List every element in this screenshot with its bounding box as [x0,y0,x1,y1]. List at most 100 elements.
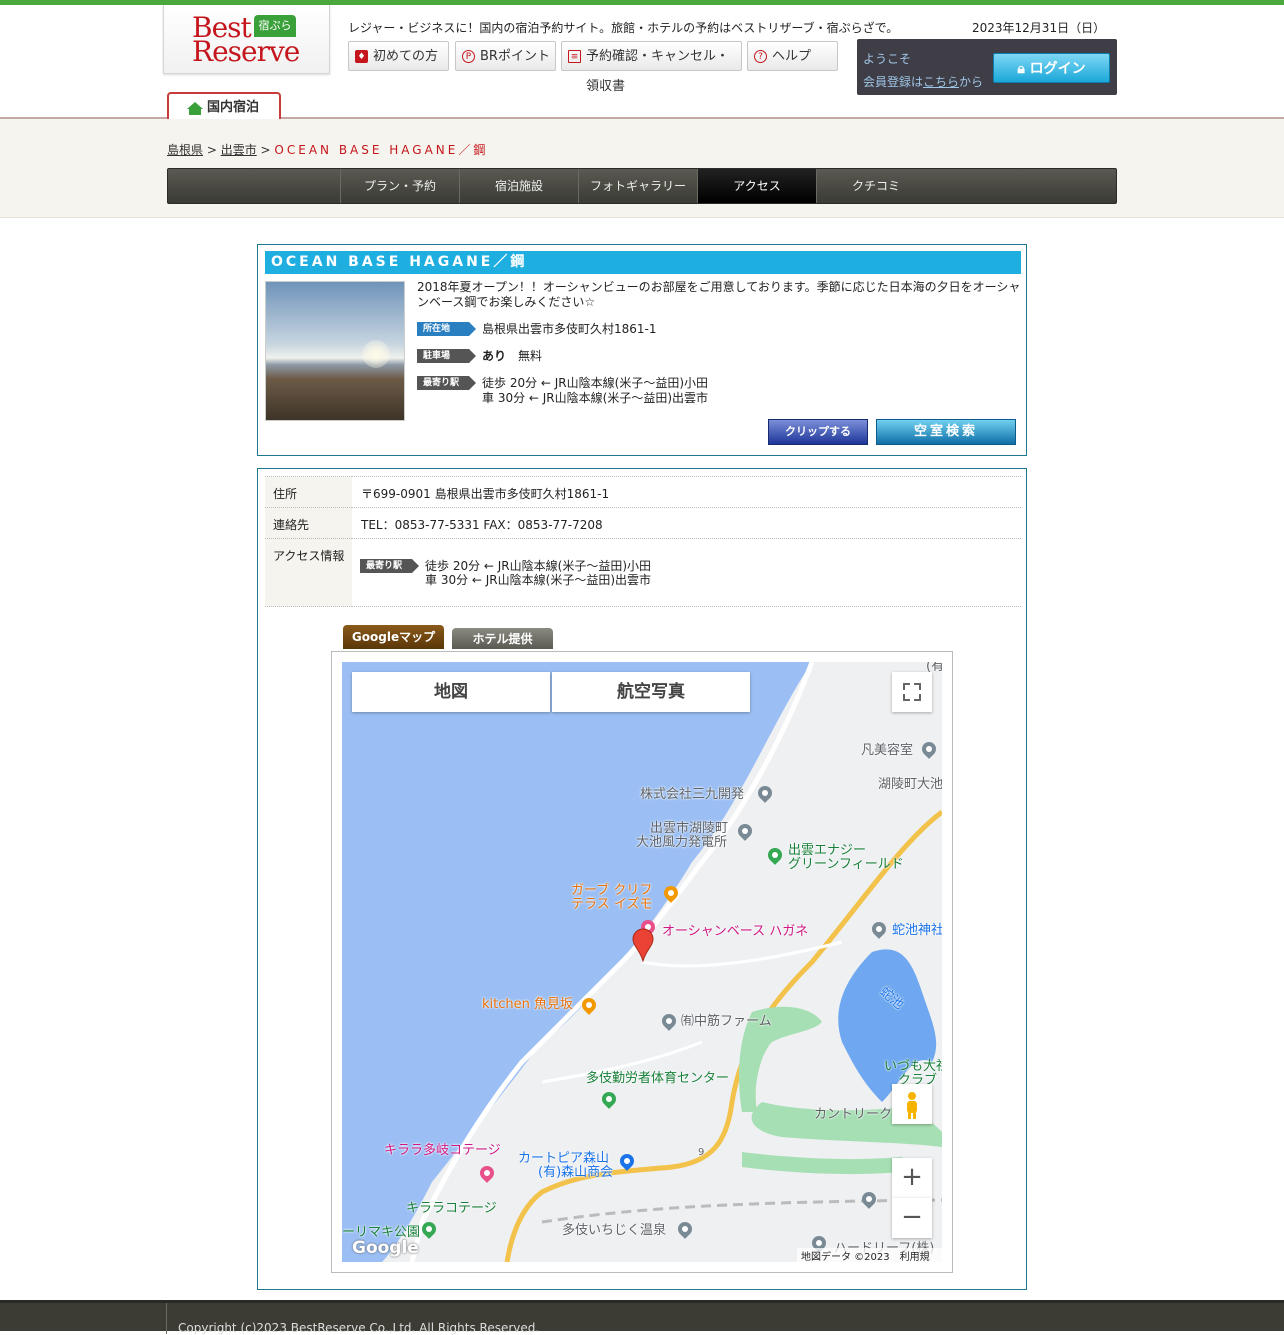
map-label-kitchen: kitchen 魚見坂 [482,997,573,1012]
fullscreen-icon [903,683,921,701]
address-label: 所在地 [417,322,476,336]
map-label-energy-1: 出雲エナジー [788,843,867,858]
map-frame: 地図 航空写真 (有 凡美容室 湖陵町大池 株式会社三九開発 出雲市湖陵町 大池… [331,651,953,1273]
map-canvas [342,662,942,1262]
map-label-beauty: 凡美容室 [861,743,914,758]
logo-badge: 宿ぷらざ [254,15,296,54]
register-prefix: 会員登録は [863,75,924,89]
register-suffix: から [959,75,984,89]
station-line-2: 車 30分 ← JR山陰本線(米子～益田)出雲市 [482,391,709,405]
map-label-cartopia-2: (有)森山商会 [538,1165,614,1180]
site-tagline: レジャー・ビジネスに！国内の宿泊予約サイト。旅館・ホテルの予約はベストリザーブ・… [348,21,899,35]
house-icon-body [189,109,201,115]
login-box: ようこそ 会員登録はこちらから 🔒︎ ログイン [857,39,1117,95]
house-icon [187,102,203,109]
map-label-partial: (有 [926,662,942,674]
site-footer: Copyright (c)2023 BestReserve Co.,Ltd. A… [0,1300,1284,1335]
map-label-cartopia-1: カートピア森山 [518,1151,610,1166]
clip-button[interactable]: クリップする [768,419,868,445]
login-button[interactable]: 🔒︎ ログイン [993,53,1110,83]
map-label-farm: ㈲中筋ファーム [681,1014,772,1029]
welcome-text: ようこそ [863,52,912,66]
access-info-value: 最寄り駅 徒歩 20分 ← JR山陰本線(米子～益田)小田 車 30分 ← JR… [352,538,1021,607]
map-label-company: 株式会社三九開発 [640,787,745,802]
current-date: 2023年12月31日（日） [972,21,1106,35]
tab-reviews[interactable]: クチコミ [816,169,935,203]
sub-header: 島根県 > 出雲市 > OCEAN BASE HAGANE／鋼 プラン・予約 宿… [0,119,1284,218]
nav-reservation-button[interactable]: ≡ 予約確認・キャンセル・領収書 [561,41,742,94]
document-icon: ≡ [568,50,581,63]
breadcrumb-city-link[interactable]: 出雲市 [221,143,257,157]
station-line-1: 徒歩 20分 ← JR山陰本線(米子～益田)小田 [482,376,709,390]
map-label-garb-1: ガーブ クリフ [571,883,653,898]
hotel-name[interactable]: OCEAN BASE HAGANE／鋼 [265,251,1021,274]
parking-value: あり 無料 [482,349,542,364]
map-type-map-button[interactable]: 地図 [352,672,550,712]
map-label-izumo-1: いづも大社 [884,1059,942,1074]
login-label: ログイン [1029,61,1086,77]
parking-fee: 無料 [518,349,543,363]
access-station-line-1: 徒歩 20分 ← JR山陰本線(米子～益田)小田 [425,559,652,573]
table-row: 住所 〒699-0901 島根県出雲市多伎町久村1861-1 [265,476,1021,508]
sun-glow [362,340,390,368]
golf-area-3 [742,1152,902,1175]
nav-help-button[interactable]: ? ヘルプ [747,41,838,71]
zoom-in-button[interactable]: + [892,1158,932,1198]
footer-divider [166,1303,167,1334]
shield-icon: ♦ [355,50,368,63]
access-info-head: アクセス情報 [265,538,352,607]
railway [541,1198,942,1224]
nav-help-label: ヘルプ [772,49,812,64]
google-map[interactable]: 地図 航空写真 (有 凡美容室 湖陵町大池 株式会社三九開発 出雲市湖陵町 大池… [342,662,942,1262]
site-header: Best 宿ぷらざ Reserve レジャー・ビジネスに！国内の宿泊予約サイト。… [0,5,1284,122]
map-label-kirara-1: キララ多岐コテージ [384,1143,501,1158]
access-info-table: 住所 〒699-0901 島根県出雲市多伎町久村1861-1 連絡先 TEL：0… [265,476,1021,607]
hotel-summary-panel: OCEAN BASE HAGANE／鋼 2018年夏オープン！！オーシャンビュー… [257,244,1027,456]
pegman-icon [907,1092,917,1119]
nav-reservation-label: 予約確認・キャンセル・領収書 [586,49,730,94]
fullscreen-button[interactable] [892,672,932,712]
point-icon: P [462,50,475,63]
map-attribution[interactable]: 地図データ ©2023 利用規約 [797,1248,942,1262]
register-text: 会員登録はこちらから [863,73,983,90]
facility-nav: プラン・予約 宿泊施設 フォトギャラリー アクセス クチコミ [167,168,1117,204]
tab-hotel-map[interactable]: ホテル提供 [452,628,553,649]
logo-text-reserve: Reserve [192,35,300,68]
address-value: 島根県出雲市多伎町久村1861-1 [482,322,657,336]
map-label-road-9: 9 [698,1147,705,1158]
nav-first-time-label: 初めての方 [373,49,439,64]
tab-domestic-stay[interactable]: 国内宿泊 [167,92,281,122]
tab-plan[interactable]: プラン・予約 [340,169,459,203]
table-row: 連絡先 TEL：0853-77-5331 FAX：0853-77-7208 [265,507,1021,539]
contact-head: 連絡先 [265,507,352,539]
hotel-photo[interactable] [265,281,405,421]
address-full: 〒699-0901 島根県出雲市多伎町久村1861-1 [352,476,1021,508]
hotel-description: 2018年夏オープン！！オーシャンビューのお部屋をご用意しております。季節に応じ… [417,280,1021,309]
nav-br-point-button[interactable]: P BRポイント [455,41,556,71]
site-logo[interactable]: Best 宿ぷらざ Reserve [163,5,330,74]
lock-icon: 🔒︎ [1017,61,1025,77]
copyright-text: Copyright (c)2023 BestReserve Co.,Ltd. A… [178,1321,540,1335]
tab-google-map[interactable]: Googleマップ [343,625,444,649]
tab-gallery[interactable]: フォトギャラリー [578,169,697,203]
map-label-kirara-2: キララコテージ [406,1201,497,1216]
map-label-lake-town: 湖陵町大池 [878,777,942,792]
breadcrumb-pref-link[interactable]: 島根県 [167,143,203,157]
nav-first-time-button[interactable]: ♦ 初めての方 [348,41,449,71]
vacancy-search-button[interactable]: 空室検索 [876,419,1016,445]
street-view-pegman-button[interactable] [892,1084,932,1124]
selected-location-marker-icon[interactable] [632,928,654,962]
access-station-label: 最寄り駅 [360,559,419,573]
table-row: アクセス情報 最寄り駅 徒歩 20分 ← JR山陰本線(米子～益田)小田 車 3… [265,538,1021,607]
contact-value: TEL：0853-77-5331 FAX：0853-77-7208 [352,507,1021,539]
question-icon: ? [754,50,767,63]
zoom-out-button[interactable]: − [892,1198,932,1238]
map-type-satellite-button[interactable]: 航空写真 [552,672,750,712]
register-link[interactable]: こちら [923,75,959,89]
tab-facility[interactable]: 宿泊施設 [459,169,578,203]
station-label: 最寄り駅 [417,376,476,390]
breadcrumb-current: OCEAN BASE HAGANE／鋼 [274,143,489,157]
address-head: 住所 [265,476,352,508]
tab-access[interactable]: アクセス [697,169,816,203]
tab-domestic-label: 国内宿泊 [207,100,260,115]
